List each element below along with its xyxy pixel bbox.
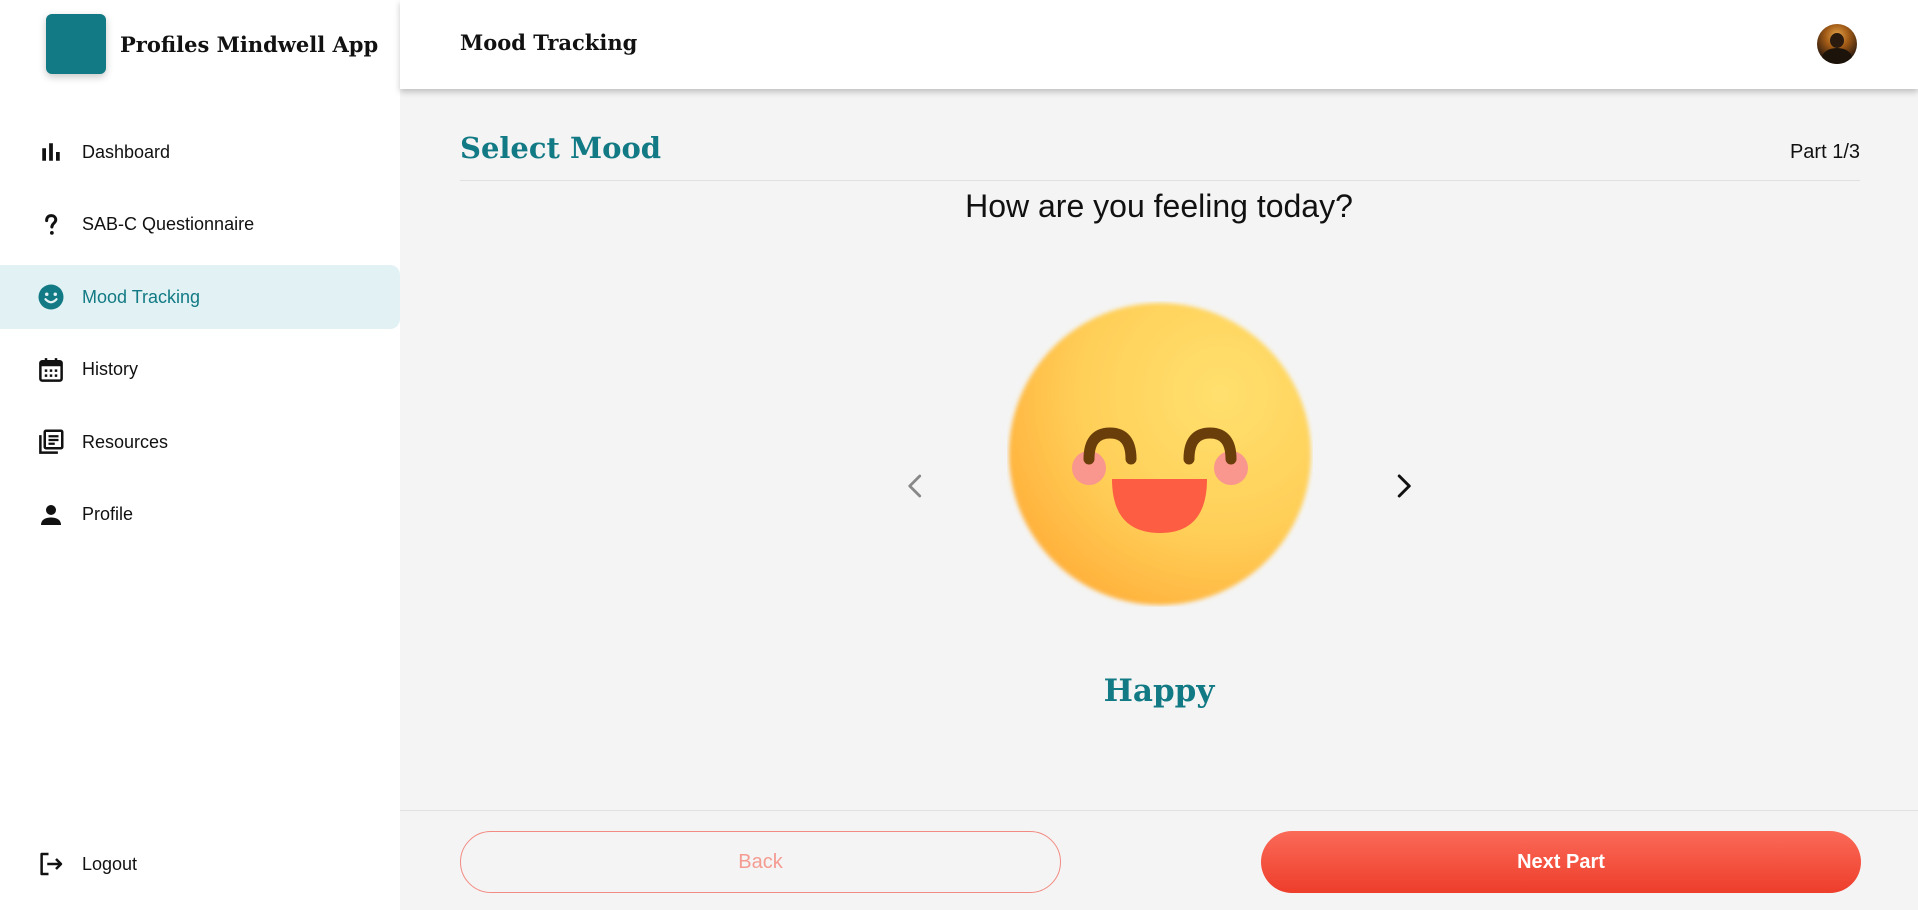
user-avatar[interactable] bbox=[1817, 24, 1857, 64]
bar-chart-icon bbox=[36, 137, 66, 167]
calendar-icon bbox=[36, 355, 66, 385]
sidebar-item-resources[interactable]: Resources bbox=[0, 410, 400, 474]
chevron-right-icon bbox=[1397, 474, 1411, 498]
footer-actions: Back Next Part bbox=[400, 810, 1918, 910]
main-content: Select Mood Part 1/3 How are you feeling… bbox=[400, 89, 1918, 810]
sidebar-item-label: Mood Tracking bbox=[82, 286, 201, 307]
sidebar-item-label: Resources bbox=[82, 431, 169, 452]
sidebar-item-profile[interactable]: Profile bbox=[0, 483, 400, 547]
sidebar-item-label: History bbox=[82, 359, 139, 379]
sidebar-item-dashboard[interactable]: Dashboard bbox=[0, 120, 400, 184]
top-header: Mood Tracking bbox=[400, 0, 1918, 89]
sidebar-item-label: Dashboard bbox=[82, 141, 171, 162]
sidebar-item-history[interactable]: History bbox=[0, 338, 400, 402]
sidebar: Profiles Mindwell App Dashboard SAB-C Qu… bbox=[0, 0, 400, 910]
sidebar-item-label: SAB-C Questionnaire bbox=[82, 214, 255, 234]
smiley-icon bbox=[36, 282, 66, 312]
happy-face-emoji bbox=[1007, 301, 1313, 607]
next-part-button[interactable]: Next Part bbox=[1261, 831, 1861, 893]
previous-mood-button[interactable] bbox=[894, 464, 938, 508]
mood-question: How are you feeling today? bbox=[965, 188, 1353, 224]
sidebar-nav: Dashboard SAB-C Questionnaire Mood Track… bbox=[0, 120, 400, 555]
part-indicator: Part 1/3 bbox=[1789, 141, 1860, 163]
sidebar-item-mood-tracking[interactable]: Mood Tracking bbox=[0, 265, 400, 329]
back-button[interactable]: Back bbox=[460, 831, 1061, 893]
sidebar-item-questionnaire[interactable]: SAB-C Questionnaire bbox=[0, 193, 400, 257]
logout-button[interactable]: Logout bbox=[0, 832, 400, 896]
app-logo bbox=[46, 14, 106, 74]
selected-mood-label: Happy bbox=[1103, 673, 1215, 709]
divider bbox=[460, 180, 1860, 181]
sidebar-item-label: Profile bbox=[82, 504, 134, 524]
next-mood-button[interactable] bbox=[1381, 464, 1425, 508]
question-mark-icon bbox=[36, 210, 66, 240]
logout-label: Logout bbox=[82, 853, 138, 874]
person-icon bbox=[36, 500, 66, 530]
brand[interactable]: Profiles Mindwell App bbox=[46, 14, 378, 74]
chevron-left-icon bbox=[908, 474, 922, 498]
app-name: Profiles Mindwell App bbox=[120, 31, 379, 57]
page-title: Mood Tracking bbox=[460, 30, 638, 55]
logout-icon bbox=[36, 849, 66, 879]
library-books-icon bbox=[36, 427, 66, 457]
section-title: Select Mood bbox=[460, 131, 662, 165]
